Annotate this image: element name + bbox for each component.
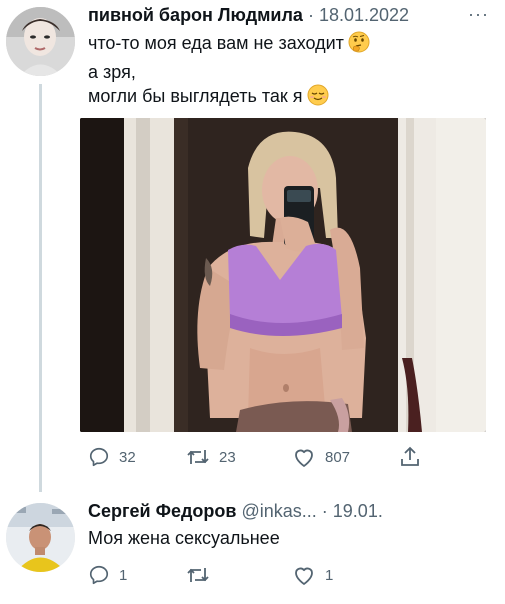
author-name[interactable]: пивной барон Людмила bbox=[88, 5, 303, 25]
tweet[interactable]: пивной барон Людмила · 18.01.2022 ··· чт… bbox=[0, 0, 505, 492]
thinking-face-emoji bbox=[348, 31, 370, 59]
thread-line bbox=[39, 84, 42, 492]
tweet-text-line: могли бы выглядеть так я bbox=[88, 84, 329, 112]
relieved-face-emoji bbox=[307, 84, 329, 112]
share-button[interactable] bbox=[398, 443, 422, 471]
separator-dot: · bbox=[307, 5, 314, 25]
share-icon bbox=[401, 446, 419, 466]
reply-author-avatar[interactable] bbox=[6, 503, 75, 572]
reply-header: Сергей Федоров @inkas... · 19.01. bbox=[88, 501, 383, 522]
like-button[interactable]: 1 bbox=[292, 561, 333, 589]
reply-icon bbox=[89, 447, 109, 467]
heart-icon bbox=[295, 567, 313, 585]
retweet-icon bbox=[187, 568, 209, 582]
tweet-header: пивной барон Людмила · 18.01.2022 bbox=[88, 5, 409, 26]
tweet-photo[interactable] bbox=[80, 118, 486, 432]
reply-icon bbox=[89, 565, 109, 585]
separator-dot: · bbox=[321, 501, 328, 521]
reply-author-handle[interactable]: @inkas... bbox=[241, 501, 316, 521]
like-count: 1 bbox=[325, 566, 334, 584]
reply-button[interactable]: 32 bbox=[88, 443, 136, 471]
author-avatar[interactable] bbox=[6, 7, 75, 76]
tweet-date[interactable]: 18.01.2022 bbox=[319, 5, 409, 25]
tweet-actions: 32 23 807 bbox=[88, 443, 428, 471]
retweet-count: 23 bbox=[219, 448, 236, 466]
heart-icon bbox=[295, 449, 313, 467]
reply-count: 32 bbox=[119, 448, 136, 466]
reply-count: 1 bbox=[119, 566, 128, 584]
tweet-text-line: а зря, bbox=[88, 62, 136, 82]
reply-actions: 1 1 bbox=[88, 561, 428, 589]
retweet-button[interactable] bbox=[186, 561, 219, 589]
like-button[interactable]: 807 bbox=[292, 443, 350, 471]
reply-text: Моя жена сексуальнее bbox=[88, 528, 280, 548]
retweet-icon bbox=[187, 450, 209, 464]
reply-author-name[interactable]: Сергей Федоров bbox=[88, 501, 236, 521]
like-count: 807 bbox=[325, 448, 351, 466]
retweet-button[interactable]: 23 bbox=[186, 443, 236, 471]
tweet-text-line: что-то моя еда вам не заходит bbox=[88, 31, 370, 59]
more-options-icon[interactable]: ··· bbox=[468, 4, 489, 25]
reply-button[interactable]: 1 bbox=[88, 561, 127, 589]
reply-date[interactable]: 19.01. bbox=[333, 501, 383, 521]
